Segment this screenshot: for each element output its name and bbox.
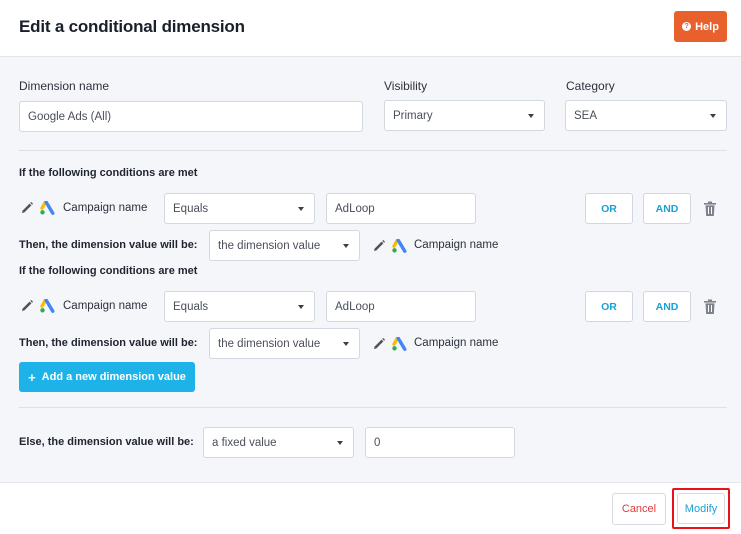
then-label: Then, the dimension value will be:	[19, 337, 198, 349]
chevron-down-icon	[337, 440, 343, 445]
then-value: the dimension value	[218, 337, 321, 350]
or-button[interactable]: OR	[585, 291, 633, 322]
category-label: Category	[566, 79, 615, 93]
help-label: Help	[695, 20, 719, 33]
then-value-select[interactable]: the dimension value	[209, 328, 360, 359]
modal-header: Edit a conditional dimension ? Help	[0, 0, 741, 57]
then-field-label: Campaign name	[414, 337, 499, 349]
google-ads-icon	[392, 239, 407, 253]
condition-value-input[interactable]: AdLoop	[326, 291, 476, 322]
else-select-value: a fixed value	[212, 436, 277, 449]
pencil-icon[interactable]	[20, 201, 34, 215]
visibility-value: Primary	[393, 109, 433, 122]
google-ads-icon	[40, 299, 55, 313]
conditions-heading: If the following conditions are met	[19, 167, 198, 179]
then-field-label: Campaign name	[414, 239, 499, 251]
plus-icon: +	[28, 369, 36, 385]
divider	[19, 150, 727, 151]
and-button[interactable]: AND	[643, 291, 691, 322]
visibility-label: Visibility	[384, 79, 428, 93]
pencil-icon[interactable]	[372, 337, 386, 351]
add-dimension-value-button[interactable]: + Add a new dimension value	[19, 362, 195, 392]
else-label: Else, the dimension value will be:	[19, 436, 194, 448]
then-label: Then, the dimension value will be:	[19, 239, 198, 251]
then-value: the dimension value	[218, 239, 321, 252]
condition-field-label: Campaign name	[63, 202, 148, 214]
modify-button[interactable]: Modify	[677, 493, 725, 524]
visibility-select[interactable]: Primary	[384, 100, 545, 131]
add-dimension-value-label: Add a new dimension value	[41, 371, 186, 383]
pencil-icon[interactable]	[20, 299, 34, 313]
divider	[19, 407, 727, 408]
else-value-input[interactable]: 0	[365, 427, 515, 458]
conditions-heading: If the following conditions are met	[19, 265, 198, 277]
dimension-name-label: Dimension name	[19, 79, 110, 93]
chevron-down-icon	[298, 206, 304, 211]
chevron-down-icon	[343, 243, 349, 248]
trash-icon[interactable]	[703, 299, 717, 315]
category-value: SEA	[574, 109, 598, 122]
category-select[interactable]: SEA	[565, 100, 727, 131]
else-value-select[interactable]: a fixed value	[203, 427, 354, 458]
chevron-down-icon	[528, 113, 534, 118]
then-value-select[interactable]: the dimension value	[209, 230, 360, 261]
dimension-name-input[interactable]: Google Ads (All)	[19, 101, 363, 132]
condition-value-input[interactable]: AdLoop	[326, 193, 476, 224]
pencil-icon[interactable]	[372, 239, 386, 253]
google-ads-icon	[392, 337, 407, 351]
condition-operator-select[interactable]: Equals	[164, 291, 315, 322]
chevron-down-icon	[298, 304, 304, 309]
google-ads-icon	[40, 201, 55, 215]
help-button[interactable]: ? Help	[674, 11, 727, 42]
and-button[interactable]: AND	[643, 193, 691, 224]
chevron-down-icon	[710, 113, 716, 118]
condition-operator-value: Equals	[173, 202, 209, 215]
cancel-button[interactable]: Cancel	[612, 493, 666, 525]
condition-operator-value: Equals	[173, 300, 209, 313]
condition-operator-select[interactable]: Equals	[164, 193, 315, 224]
question-icon: ?	[682, 22, 692, 31]
modal-title: Edit a conditional dimension	[19, 17, 245, 36]
trash-icon[interactable]	[703, 201, 717, 217]
chevron-down-icon	[343, 341, 349, 346]
modify-button-highlight: Modify	[672, 488, 730, 529]
or-button[interactable]: OR	[585, 193, 633, 224]
condition-field-label: Campaign name	[63, 300, 148, 312]
